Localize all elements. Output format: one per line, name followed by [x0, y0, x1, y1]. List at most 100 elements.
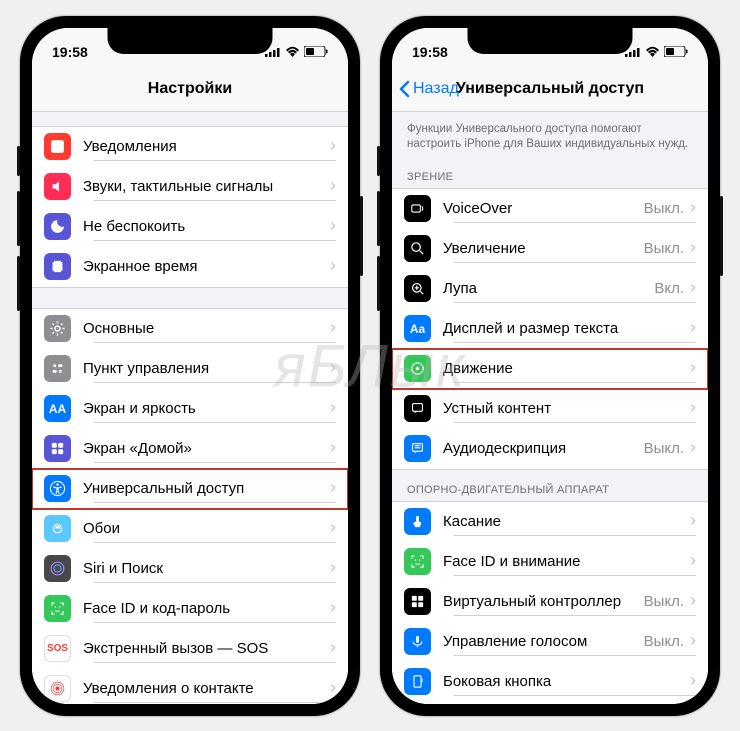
- row-label: Не беспокоить: [83, 218, 330, 235]
- faceid-icon: [44, 595, 71, 622]
- row-label: Face ID и код-пароль: [83, 600, 330, 617]
- settings-row[interactable]: Основные›: [32, 309, 348, 349]
- row-label: Основные: [83, 320, 330, 337]
- row-value: Выкл.: [644, 593, 684, 610]
- settings-group: VoiceOverВыкл.›УвеличениеВыкл.›ЛупаВкл.›…: [392, 188, 708, 470]
- settings-row[interactable]: Экранное время›: [32, 247, 348, 287]
- row-value: Вкл.: [654, 280, 684, 297]
- row-value: Выкл.: [644, 200, 684, 217]
- chevron-right-icon: ›: [690, 237, 696, 260]
- row-label: Экран «Домой»: [83, 440, 330, 457]
- settings-row[interactable]: Экран «Домой»›: [32, 429, 348, 469]
- settings-row[interactable]: SOS Экстренный вызов — SOS›: [32, 629, 348, 669]
- phone-left: 19:58 Настройки Уведомления›Звуки, такти…: [20, 16, 360, 716]
- settings-row[interactable]: Face ID и код-пароль›: [32, 589, 348, 629]
- settings-row[interactable]: Пункт управления›: [32, 349, 348, 389]
- section-header: ОПОРНО-ДВИГАТЕЛЬНЫЙ АППАРАТ: [392, 470, 708, 501]
- settings-row[interactable]: Боковая кнопка›: [392, 662, 708, 702]
- settings-content[interactable]: Уведомления›Звуки, тактильные сигналы›Не…: [32, 112, 348, 704]
- chevron-right-icon: ›: [330, 637, 336, 660]
- settings-row[interactable]: Универсальный доступ›: [32, 469, 348, 509]
- settings-row[interactable]: VoiceOverВыкл.›: [392, 189, 708, 229]
- row-label: Движение: [443, 360, 690, 377]
- chevron-right-icon: ›: [690, 197, 696, 220]
- row-label: Уведомления о контакте: [83, 680, 330, 697]
- status-icons: [265, 46, 328, 57]
- battery-icon: [304, 46, 328, 57]
- settings-row[interactable]: Управление голосомВыкл.›: [392, 622, 708, 662]
- row-label: Уведомления: [83, 138, 330, 155]
- settings-row[interactable]: АудиодескрипцияВыкл.›: [392, 429, 708, 469]
- settings-row[interactable]: Касание›: [392, 502, 708, 542]
- dnd-icon: [44, 213, 71, 240]
- row-label: Дисплей и размер текста: [443, 320, 690, 337]
- wifi-icon: [645, 46, 660, 57]
- section-header: ЗРЕНИЕ: [392, 157, 708, 188]
- sos-icon: SOS: [44, 635, 71, 662]
- general-icon: [44, 315, 71, 342]
- row-value: Выкл.: [644, 240, 684, 257]
- settings-row[interactable]: Устный контент›: [392, 389, 708, 429]
- settings-row[interactable]: ЛупаВкл.›: [392, 269, 708, 309]
- page-title: Универсальный доступ: [456, 80, 644, 98]
- row-label: Универсальный доступ: [83, 480, 330, 497]
- chevron-right-icon: ›: [330, 477, 336, 500]
- settings-row[interactable]: Движение›: [392, 349, 708, 389]
- chevron-right-icon: ›: [690, 437, 696, 460]
- settings-group: Уведомления›Звуки, тактильные сигналы›Не…: [32, 126, 348, 288]
- row-label: Siri и Поиск: [83, 560, 330, 577]
- settings-row[interactable]: УвеличениеВыкл. ›: [392, 229, 708, 269]
- exposure-icon: [44, 675, 71, 702]
- chevron-right-icon: ›: [330, 397, 336, 420]
- faceid-att-icon: [404, 548, 431, 575]
- section-description: Функции Универсального доступа помогают …: [392, 112, 708, 157]
- controlcenter-icon: [44, 355, 71, 382]
- settings-row[interactable]: Виртуальный контроллерВыкл.›: [392, 582, 708, 622]
- row-label: Экстренный вызов — SOS: [83, 640, 330, 657]
- chevron-right-icon: ›: [690, 357, 696, 380]
- row-label: Касание: [443, 513, 690, 530]
- settings-row[interactable]: Обои›: [32, 509, 348, 549]
- settings-row[interactable]: Siri и Поиск›: [32, 549, 348, 589]
- settings-row[interactable]: Уведомления›: [32, 127, 348, 167]
- settings-row[interactable]: AAЭкран и яркость›: [32, 389, 348, 429]
- settings-row[interactable]: Уведомления о контакте›: [32, 669, 348, 704]
- sidebutton-icon: [404, 668, 431, 695]
- row-label: Лупа: [443, 280, 654, 297]
- chevron-right-icon: ›: [330, 215, 336, 238]
- chevron-right-icon: ›: [690, 397, 696, 420]
- chevron-right-icon: ›: [330, 175, 336, 198]
- siri-icon: [44, 555, 71, 582]
- row-label: Увеличение: [443, 240, 644, 257]
- page-title: Настройки: [148, 80, 232, 98]
- settings-row[interactable]: Face ID и внимание›: [392, 542, 708, 582]
- chevron-right-icon: ›: [330, 597, 336, 620]
- settings-row[interactable]: AaДисплей и размер текста›: [392, 309, 708, 349]
- settings-group: Основные›Пункт управления›AAЭкран и ярко…: [32, 308, 348, 704]
- row-label: Face ID и внимание: [443, 553, 690, 570]
- chevron-right-icon: ›: [690, 317, 696, 340]
- sounds-icon: [44, 173, 71, 200]
- switch-icon: [404, 588, 431, 615]
- nav-bar: Назад Универсальный доступ: [392, 68, 708, 112]
- chevron-right-icon: ›: [690, 510, 696, 533]
- voicecontrol-icon: [404, 628, 431, 655]
- zoom-icon: [404, 235, 431, 262]
- chevron-right-icon: ›: [330, 317, 336, 340]
- settings-row[interactable]: Пульт Apple TV›: [392, 702, 708, 704]
- voiceover-icon: [404, 195, 431, 222]
- magnifier-icon: [404, 275, 431, 302]
- accessibility-content[interactable]: Функции Универсального доступа помогают …: [392, 112, 708, 704]
- row-label: Пункт управления: [83, 360, 330, 377]
- row-label: Экран и яркость: [83, 400, 330, 417]
- row-value: Выкл.: [644, 440, 684, 457]
- chevron-right-icon: ›: [690, 590, 696, 613]
- notifications-icon: [44, 133, 71, 160]
- settings-row[interactable]: Звуки, тактильные сигналы›: [32, 167, 348, 207]
- audiodesc-icon: [404, 435, 431, 462]
- back-button[interactable]: Назад: [398, 80, 459, 98]
- settings-group: Касание›Face ID и внимание›Виртуальный к…: [392, 501, 708, 704]
- touch-icon: [404, 508, 431, 535]
- row-label: Управление голосом: [443, 633, 644, 650]
- settings-row[interactable]: Не беспокоить›: [32, 207, 348, 247]
